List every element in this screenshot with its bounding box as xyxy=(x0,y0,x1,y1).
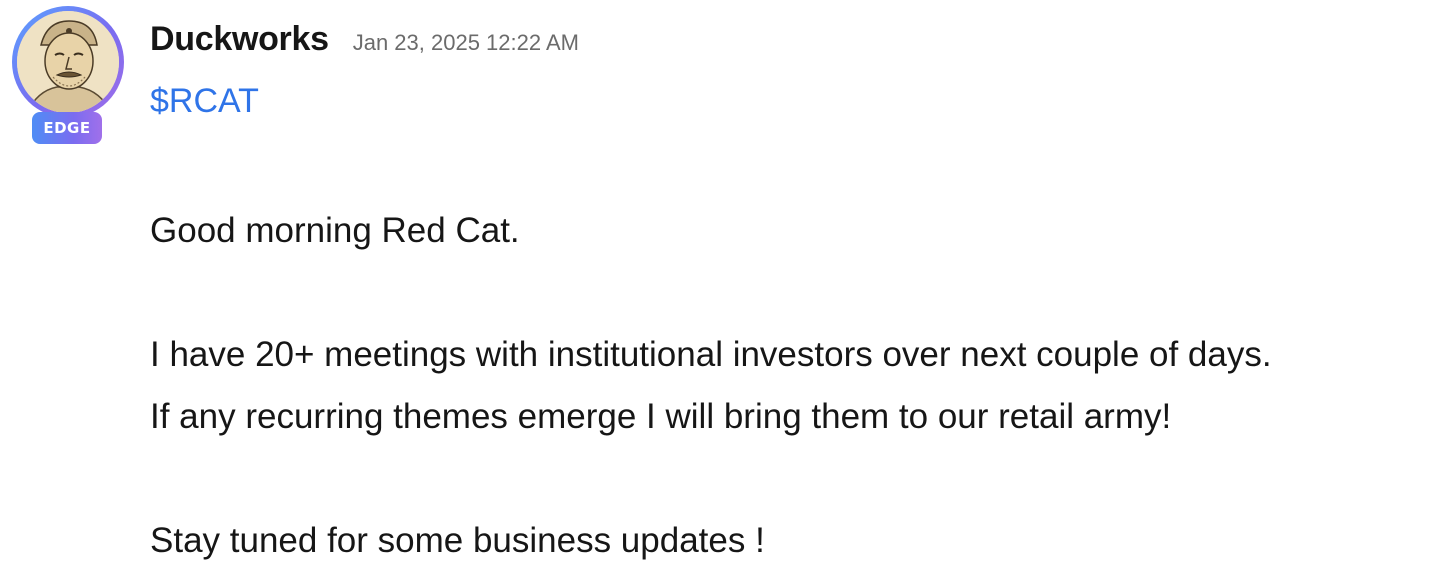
author-name[interactable]: Duckworks xyxy=(150,20,329,59)
avatar[interactable] xyxy=(12,6,124,118)
avatar-portrait-icon xyxy=(17,11,119,113)
avatar-container[interactable]: EDGE xyxy=(12,6,124,146)
message-post: EDGE Duckworks Jan 23, 2025 12:22 AM $RC… xyxy=(0,0,1456,575)
ticker-link[interactable]: $RCAT xyxy=(150,82,259,121)
post-header: Duckworks Jan 23, 2025 12:22 AM xyxy=(150,20,579,59)
post-timestamp[interactable]: Jan 23, 2025 12:22 AM xyxy=(353,30,579,56)
body-line: If any recurring themes emerge I will br… xyxy=(150,397,1172,436)
body-line: I have 20+ meetings with institutional i… xyxy=(150,335,1272,374)
body-line: Stay tuned for some business updates ! xyxy=(150,521,765,560)
post-body: Good morning Red Cat. I have 20+ meeting… xyxy=(150,200,1440,572)
edge-badge: EDGE xyxy=(32,112,102,144)
body-line: Good morning Red Cat. xyxy=(150,211,520,250)
